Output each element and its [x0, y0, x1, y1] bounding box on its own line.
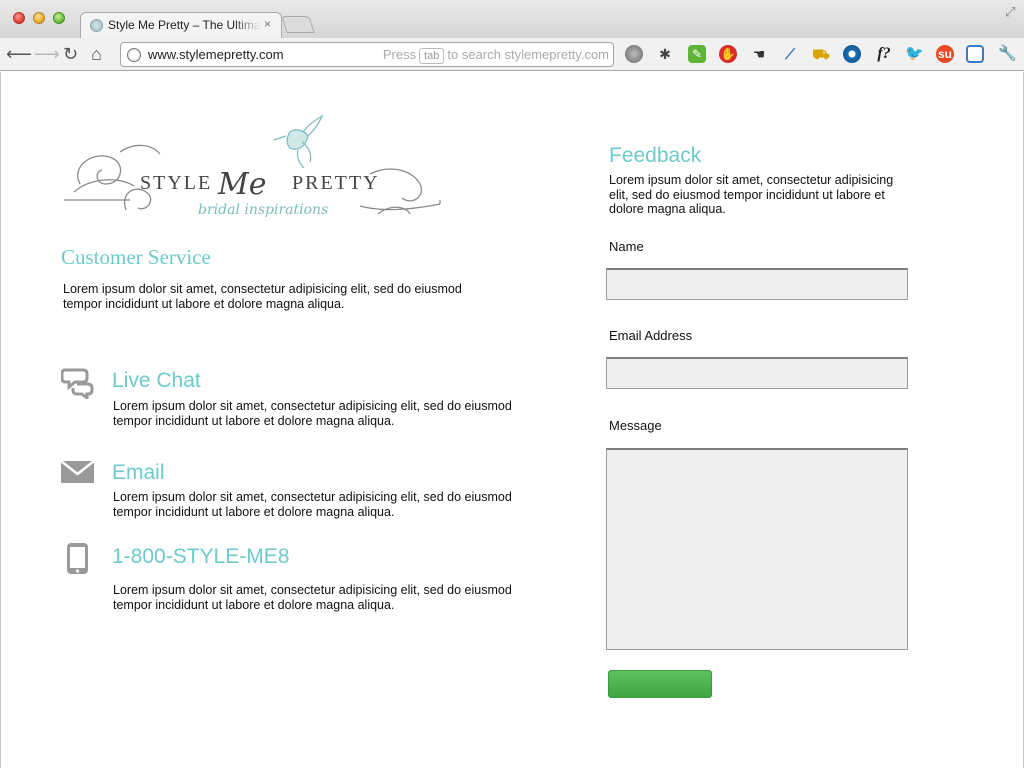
submit-button[interactable]: [608, 670, 712, 698]
email-text: Lorem ipsum dolor sit amet, consectetur …: [113, 490, 512, 519]
omnibox-search-hint: Press tab to search stylemepretty.com: [382, 47, 609, 64]
truck-icon[interactable]: ⛟: [812, 45, 830, 63]
browser-titlebar: Style Me Pretty – The Ultimate Wedding B…: [0, 0, 1024, 39]
name-label: Name: [609, 239, 644, 254]
eyedropper-icon[interactable]: ⟋: [781, 45, 799, 63]
page-content: STYLE Me PRETTY bridal inspirations Cust…: [0, 72, 1024, 768]
evernote-icon[interactable]: ✎: [688, 45, 706, 63]
phone-number-link[interactable]: 1-800-STYLE-ME8: [112, 545, 289, 569]
name-field[interactable]: [606, 268, 908, 300]
new-tab-button[interactable]: [281, 16, 315, 33]
adblock-icon[interactable]: ✋: [719, 45, 737, 63]
back-arrow-icon[interactable]: ⟵: [6, 43, 32, 65]
site-favicon-icon: [90, 19, 103, 32]
live-chat-text: Lorem ipsum dolor sit amet, consectetur …: [113, 399, 512, 428]
email-link[interactable]: Email: [112, 461, 165, 485]
customer-service-heading: Customer Service: [61, 245, 211, 269]
tab-title: Style Me Pretty – The Ultimate Wedding B…: [108, 18, 261, 32]
zoom-window-button[interactable]: [53, 12, 65, 24]
close-window-button[interactable]: [13, 12, 25, 24]
chat-bubble-icon[interactable]: [60, 366, 94, 402]
fullscreen-icon[interactable]: ⤢: [1005, 4, 1015, 20]
gear-icon[interactable]: [625, 45, 643, 63]
browser-tab-active[interactable]: Style Me Pretty – The Ultimate Wedding B…: [80, 12, 282, 39]
customer-service-text: Lorem ipsum dolor sit amet, consectetur …: [63, 282, 462, 311]
feedback-heading: Feedback: [609, 144, 702, 167]
email-field[interactable]: [606, 357, 908, 389]
font-finder-icon[interactable]: f?: [872, 45, 896, 63]
wrench-icon[interactable]: 🔧: [998, 45, 1017, 63]
bird-icon[interactable]: 🐦: [905, 45, 924, 63]
phone-text: Lorem ipsum dolor sit amet, consectetur …: [113, 583, 512, 612]
tab-close-icon[interactable]: ×: [264, 17, 271, 31]
screen-capture-icon[interactable]: [966, 45, 984, 63]
phone-icon[interactable]: [61, 542, 94, 575]
logo-tagline: bridal inspirations: [198, 202, 328, 218]
browser-toolbar: ⟵ ⟶ ↻ ⌂ www.stylemepretty.com Press tab to…: [0, 38, 1024, 71]
style-me-pretty-logo[interactable]: STYLE Me PRETTY bridal inspirations: [60, 114, 442, 226]
reload-icon[interactable]: ↻: [63, 43, 78, 65]
hand-icon[interactable]: ☚: [750, 45, 768, 63]
message-field[interactable]: [606, 448, 908, 650]
email-address-label: Email Address: [609, 328, 693, 343]
address-bar[interactable]: www.stylemepretty.com Press tab to search …: [120, 42, 614, 67]
feedback-text: Lorem ipsum dolor sit amet, consectetur …: [609, 173, 894, 216]
url-text: www.stylemepretty.com: [148, 47, 284, 62]
logo-word-pretty: PRETTY: [292, 172, 380, 194]
globe-icon: [127, 48, 141, 62]
eye-icon[interactable]: [843, 45, 861, 63]
message-label: Message: [609, 418, 662, 433]
logo-word-style: STYLE: [140, 172, 212, 194]
live-chat-link[interactable]: Live Chat: [112, 369, 201, 393]
envelope-icon[interactable]: [60, 458, 95, 491]
hummingbird-icon: [273, 114, 324, 169]
stumbleupon-icon[interactable]: su: [936, 45, 954, 63]
bug-icon[interactable]: ✱: [656, 45, 674, 63]
minimize-window-button[interactable]: [33, 12, 45, 24]
logo-word-me: Me: [217, 167, 266, 202]
home-icon[interactable]: ⌂: [91, 43, 102, 65]
forward-arrow-icon[interactable]: ⟶: [34, 43, 60, 65]
